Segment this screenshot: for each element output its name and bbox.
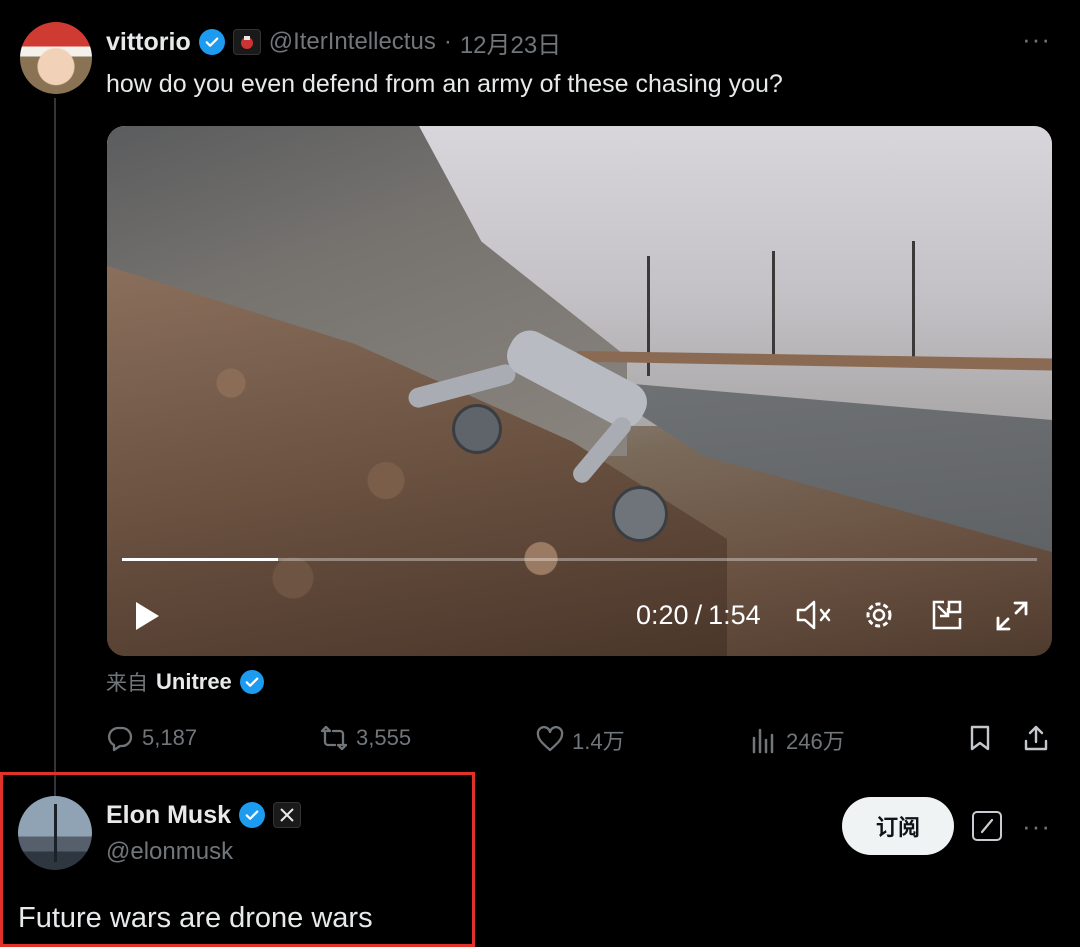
reply-display-name[interactable]: Elon Musk xyxy=(106,801,231,830)
verified-badge-icon xyxy=(239,670,264,694)
video-player[interactable] xyxy=(107,126,1052,656)
affiliation-badge-icon[interactable] xyxy=(232,29,261,55)
elon-musk-avatar[interactable] xyxy=(18,796,92,870)
more-options-icon[interactable]: ··· xyxy=(1022,24,1051,55)
tweet-header: vittorio @IterIntellectus · 12月23日 xyxy=(106,24,561,60)
mute-icon[interactable] xyxy=(795,598,833,632)
video-current-time: 0:20 xyxy=(636,600,689,630)
source-prefix: 来自 xyxy=(106,672,148,695)
like-button[interactable]: 1.4万 xyxy=(536,724,625,756)
tweet-date[interactable]: 12月23日 xyxy=(460,25,561,60)
picture-in-picture-icon[interactable] xyxy=(930,598,964,632)
fullscreen-icon[interactable] xyxy=(995,600,1029,632)
reply-more-options-icon[interactable]: ··· xyxy=(1022,811,1051,842)
bookmark-icon xyxy=(970,725,990,751)
grok-icon[interactable] xyxy=(972,811,1002,841)
repost-count: 3,555 xyxy=(356,725,412,750)
robot-wheel xyxy=(612,486,668,542)
play-icon[interactable] xyxy=(132,600,162,632)
views-button[interactable]: 246万 xyxy=(750,724,845,756)
reply-text: Future wars are drone wars xyxy=(18,902,373,934)
repost-icon xyxy=(320,725,348,751)
tweet-text: how do you even defend from an army of t… xyxy=(106,70,783,98)
handle[interactable]: @IterIntellectus xyxy=(269,28,436,56)
like-count: 1.4万 xyxy=(572,729,625,754)
video-source: 来自 Unitree xyxy=(106,667,264,697)
analytics-icon xyxy=(752,728,774,754)
share-icon xyxy=(1024,725,1048,751)
video-time-separator: / xyxy=(694,600,703,630)
subscribe-button[interactable]: 订阅 xyxy=(842,797,954,855)
repost-button[interactable]: 3,555 xyxy=(320,724,411,752)
view-count: 246万 xyxy=(786,729,845,754)
video-duration: 1:54 xyxy=(708,600,761,630)
reply-handle[interactable]: @elonmusk xyxy=(106,838,233,866)
video-tree xyxy=(772,251,775,361)
heart-icon xyxy=(536,726,564,752)
verified-badge-icon xyxy=(239,802,266,828)
share-button[interactable] xyxy=(1022,724,1050,752)
bookmark-button[interactable] xyxy=(966,724,994,752)
date-separator: · xyxy=(443,28,452,55)
vittorio-avatar[interactable] xyxy=(20,22,92,94)
video-tree xyxy=(912,241,915,361)
reply-count: 5,187 xyxy=(142,725,198,750)
verified-badge-icon xyxy=(198,29,225,55)
reply-header: Elon Musk xyxy=(106,797,302,833)
display-name[interactable]: vittorio xyxy=(106,28,191,57)
reply-icon xyxy=(107,726,133,752)
video-time: 0:20 / 1:54 xyxy=(636,600,761,631)
thread-line xyxy=(54,98,56,798)
x-logo-badge-icon[interactable] xyxy=(273,802,302,828)
robot-wheel xyxy=(452,404,502,454)
video-progress-fill[interactable] xyxy=(122,558,278,561)
reply-button[interactable]: 5,187 xyxy=(106,724,197,752)
settings-gear-icon[interactable] xyxy=(862,598,896,632)
source-account[interactable]: Unitree xyxy=(156,669,232,695)
